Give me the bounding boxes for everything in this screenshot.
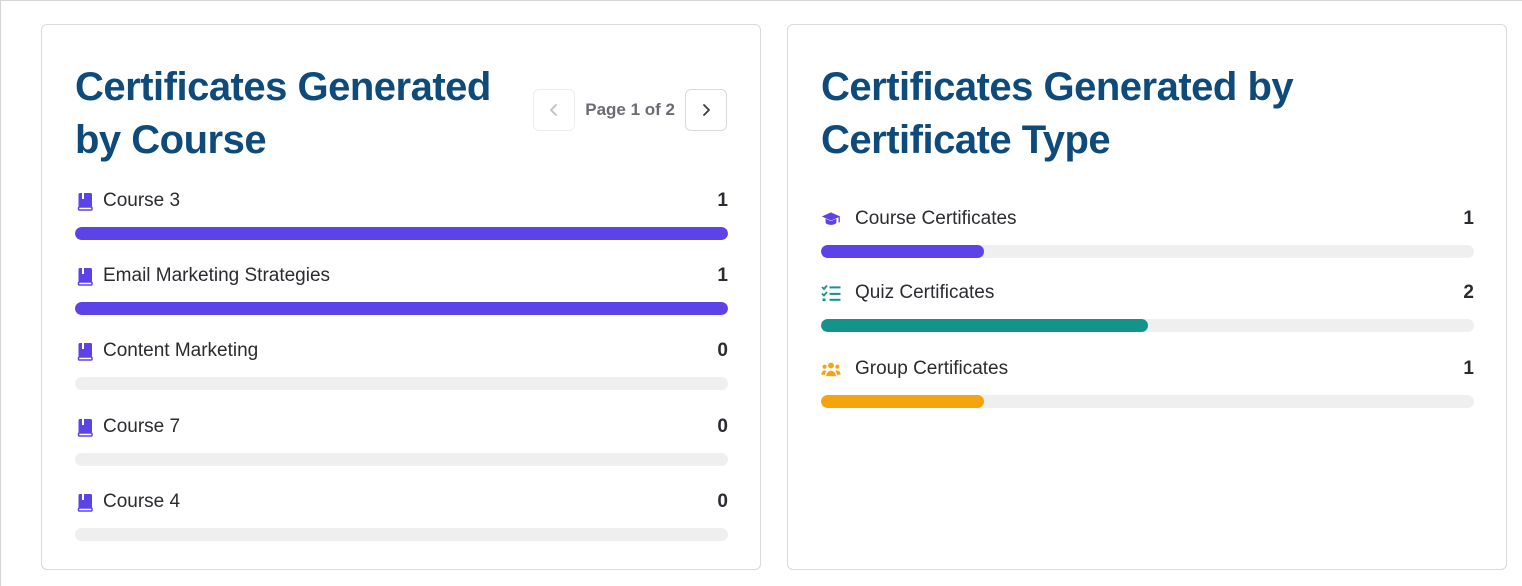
course-row: Content Marketing 0 — [75, 339, 728, 390]
course-row-label: Course 7 — [103, 416, 181, 437]
course-row-label: Course 3 — [103, 190, 181, 211]
course-row-progress-track — [75, 453, 728, 466]
course-row-progress-track — [75, 227, 728, 240]
next-page-button[interactable] — [685, 89, 727, 131]
book-icon — [75, 191, 95, 211]
type-row-count: 1 — [1463, 358, 1474, 379]
pagination-label: Page 1 of 2 — [585, 100, 675, 119]
type-row-label: Course Certificates — [855, 208, 1017, 229]
course-row-label: Email Marketing Strategies — [103, 265, 331, 286]
course-row-count: 1 — [717, 265, 728, 286]
type-row-progress-fill — [821, 319, 1148, 332]
book-icon — [75, 341, 95, 361]
course-row-count: 0 — [717, 491, 728, 512]
type-row-progress-track — [821, 395, 1474, 408]
checklist-icon — [821, 283, 841, 303]
type-row-count: 1 — [1463, 208, 1474, 229]
course-row-progress-fill — [75, 302, 728, 315]
course-row-count: 0 — [717, 416, 728, 437]
type-row-label: Group Certificates — [855, 358, 1009, 379]
course-row-progress-track — [75, 528, 728, 541]
course-row-label: Course 4 — [103, 491, 181, 512]
type-row-progress-fill — [821, 245, 985, 258]
book-icon — [75, 492, 95, 512]
type-row-progress-track — [821, 245, 1474, 258]
type-row: Quiz Certificates 2 — [821, 281, 1474, 332]
course-row-progress-track — [75, 377, 728, 390]
type-card-title: Certificates Generated by Certificate Ty… — [821, 65, 1294, 162]
pagination: Page 1 of 2 — [533, 89, 727, 131]
graduation-cap-icon — [821, 209, 841, 229]
type-row-label: Quiz Certificates — [855, 282, 995, 303]
book-icon — [75, 266, 95, 286]
course-row: Email Marketing Strategies 1 — [75, 264, 728, 315]
course-row-progress-fill — [75, 227, 728, 240]
course-row-count: 0 — [717, 340, 728, 361]
group-icon — [821, 359, 841, 379]
course-row-count: 1 — [717, 190, 728, 211]
course-row: Course 4 0 — [75, 490, 728, 541]
dashboard-frame: Certificates Generated by Course Page 1 … — [0, 0, 1522, 586]
chevron-right-icon — [703, 104, 710, 116]
course-card-title: Certificates Generated by Course — [75, 65, 491, 162]
previous-page-button[interactable] — [533, 89, 576, 131]
type-row-count: 2 — [1463, 282, 1474, 303]
course-row: Course 7 0 — [75, 415, 728, 466]
type-row: Course Certificates 1 — [821, 207, 1474, 258]
course-certificates-card: Certificates Generated by Course Page 1 … — [41, 24, 761, 570]
type-row-progress-track — [821, 319, 1474, 332]
course-row: Course 3 1 — [75, 189, 728, 240]
type-row-progress-fill — [821, 395, 985, 408]
chevron-left-icon — [550, 104, 558, 116]
course-row-label: Content Marketing — [103, 340, 259, 361]
course-row-progress-track — [75, 302, 728, 315]
type-row: Group Certificates 1 — [821, 357, 1474, 408]
book-icon — [75, 417, 95, 437]
certificate-type-card: Certificates Generated by Certificate Ty… — [787, 24, 1507, 570]
